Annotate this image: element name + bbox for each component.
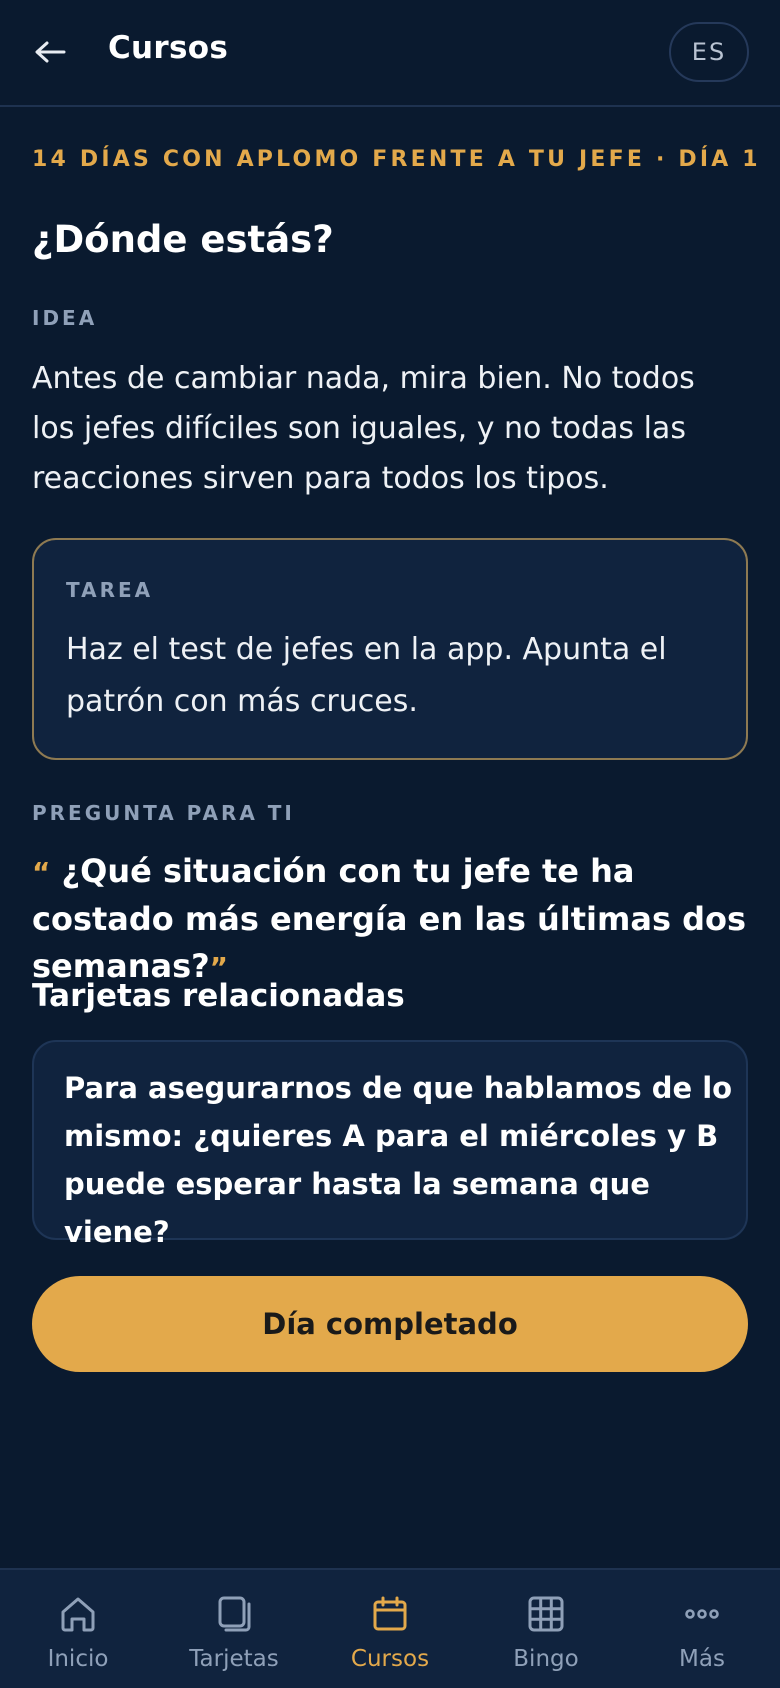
reflection-question: “ ¿Qué situación con tu jefe te ha costa… <box>32 848 752 991</box>
task-card: TAREA Haz el test de jefes en la app. Ap… <box>32 538 748 760</box>
related-cards-title: Tarjetas relacionadas <box>32 978 405 1014</box>
nav-item-bingo[interactable]: Bingo <box>468 1570 624 1688</box>
grid-icon <box>524 1592 568 1636</box>
question-label: PREGUNTA PARA TI <box>32 801 295 825</box>
home-icon <box>56 1592 100 1636</box>
nav-item-tarjetas[interactable]: Tarjetas <box>156 1570 312 1688</box>
nav-item-cursos[interactable]: Cursos <box>312 1570 468 1688</box>
idea-label: IDEA <box>32 306 98 330</box>
app-header: Cursos ES <box>0 0 780 107</box>
nav-item-mas[interactable]: Más <box>624 1570 780 1688</box>
day-title: ¿Dónde estás? <box>32 218 334 261</box>
page-title: Cursos <box>108 30 229 66</box>
course-kicker: 14 DÍAS CON APLOMO FRENTE A TU JEFE · DÍ… <box>32 147 761 172</box>
related-card-text: Para asegurarnos de que hablamos de lo m… <box>64 1071 733 1249</box>
nav-label-cursos: Cursos <box>350 1646 430 1672</box>
nav-label-mas: Más <box>679 1646 725 1672</box>
back-button[interactable] <box>30 32 70 72</box>
nav-item-inicio[interactable]: Inicio <box>0 1570 156 1688</box>
related-card[interactable]: Para asegurarnos de que hablamos de lo m… <box>32 1040 748 1249</box>
more-icon <box>680 1592 724 1636</box>
task-label: TAREA <box>66 578 154 602</box>
arrow-left-icon <box>35 41 66 63</box>
idea-text: Antes de cambiar nada, mira bien. No tod… <box>32 361 695 496</box>
bottom-nav: Inicio Tarjetas Cursos Bingo Más <box>0 1568 780 1688</box>
task-text: Haz el test de jefes en la app. Apunta e… <box>66 632 667 719</box>
cards-icon <box>212 1592 256 1636</box>
language-button[interactable]: ES <box>669 22 749 82</box>
nav-label-tarjetas: Tarjetas <box>189 1646 279 1672</box>
calendar-icon <box>368 1592 412 1636</box>
complete-day-button[interactable]: Día completado <box>32 1276 748 1372</box>
nav-label-bingo: Bingo <box>513 1646 579 1672</box>
question-text: ¿Qué situación con tu jefe te ha costado… <box>32 852 747 985</box>
open-quote: “ <box>32 856 51 889</box>
nav-label-inicio: Inicio <box>47 1646 109 1672</box>
